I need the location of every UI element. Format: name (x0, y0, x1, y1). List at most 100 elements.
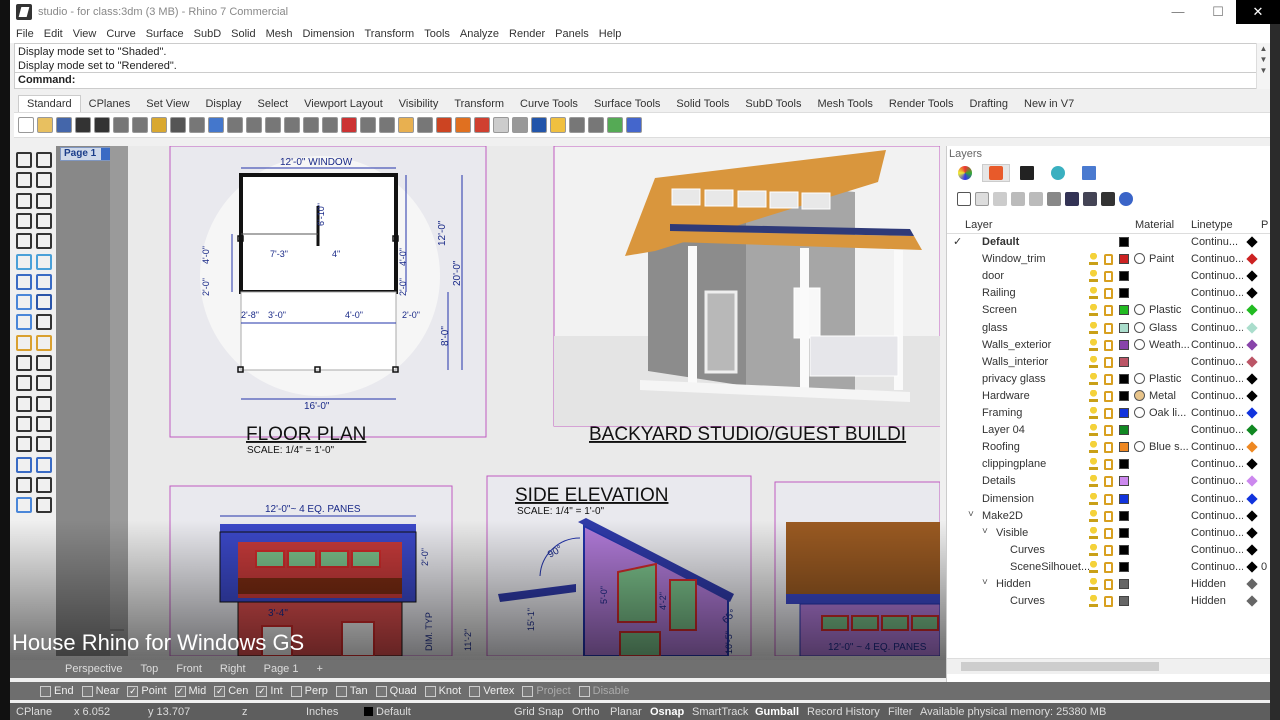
layer-color-swatch[interactable] (1119, 561, 1129, 572)
move-up-icon[interactable] (1011, 192, 1025, 206)
palette-tool-icon[interactable] (16, 395, 32, 412)
visibility-bulb-icon[interactable] (1089, 475, 1098, 488)
layer-linetype[interactable]: Continuo... (1191, 441, 1243, 453)
palette-tool-icon[interactable] (36, 415, 52, 432)
toolbar-tab-solid-tools[interactable]: Solid Tools (668, 96, 737, 112)
visibility-bulb-icon[interactable] (1089, 424, 1098, 437)
osnap-cen[interactable]: ✓ Cen (214, 685, 248, 697)
viewport-tab-add[interactable]: + (316, 663, 322, 675)
palette-tool-icon[interactable] (36, 497, 52, 514)
layer-color-swatch[interactable] (1119, 288, 1129, 299)
tools-icon[interactable] (1101, 192, 1115, 206)
command-history-scrollbar[interactable]: ▲ ▼ ▼ (1256, 43, 1270, 89)
car-icon[interactable] (341, 117, 357, 133)
page-title-tab[interactable]: Page 1 (60, 147, 112, 161)
palette-tool-icon[interactable] (16, 436, 32, 453)
four-views-icon[interactable] (322, 117, 338, 133)
toolbar-tab-transform[interactable]: Transform (446, 96, 512, 112)
filter-icon[interactable] (1065, 192, 1079, 206)
menu-surface[interactable]: Surface (146, 28, 184, 40)
layer-color-swatch[interactable] (1119, 322, 1129, 333)
layer-color-swatch[interactable] (1119, 596, 1129, 607)
layer-material[interactable]: Plastic (1134, 372, 1194, 385)
expand-toggle-icon[interactable]: ˅ (968, 509, 974, 520)
print-color-swatch[interactable] (1246, 373, 1258, 385)
palette-tool-icon[interactable] (16, 334, 32, 351)
status-smarttrack[interactable]: SmartTrack (692, 706, 748, 718)
layer-linetype[interactable]: Continuo... (1191, 322, 1243, 334)
menu-panels[interactable]: Panels (555, 28, 589, 40)
visibility-bulb-icon[interactable] (1089, 509, 1098, 522)
palette-tool-icon[interactable] (36, 192, 52, 209)
layer-linetype[interactable]: Continuo... (1191, 390, 1243, 402)
print-color-swatch[interactable] (1246, 475, 1258, 488)
display-sphere-icon[interactable] (531, 117, 547, 133)
osnap-checkbox[interactable] (81, 685, 93, 697)
toolbar-tab-curve-tools[interactable]: Curve Tools (512, 96, 586, 112)
visibility-bulb-icon[interactable] (1089, 355, 1098, 368)
layer-row[interactable]: ✓ Default Continu... (947, 234, 1270, 251)
layer-states-icon[interactable] (1083, 192, 1097, 206)
osnap-end[interactable]: End (40, 685, 74, 697)
osnap-project[interactable]: Project (522, 685, 571, 697)
status-filter[interactable]: Filter (888, 706, 912, 718)
visibility-bulb-icon[interactable] (1089, 578, 1098, 590)
menu-render[interactable]: Render (509, 28, 545, 40)
toolbar-tab-mesh-tools[interactable]: Mesh Tools (809, 96, 880, 112)
move-out-icon[interactable] (1047, 192, 1061, 206)
print-color-swatch[interactable] (1246, 595, 1258, 607)
move-down-icon[interactable] (1029, 192, 1043, 206)
rotate-view-icon[interactable] (303, 117, 319, 133)
command-line-input[interactable]: Command: (14, 73, 1270, 89)
layer-color-swatch[interactable] (1119, 510, 1129, 521)
print-color-swatch[interactable] (1246, 424, 1258, 436)
layer-color-swatch[interactable] (1119, 254, 1129, 265)
toolbar-tab-select[interactable]: Select (250, 96, 297, 112)
layer-name[interactable]: door (982, 270, 1004, 282)
layer-row[interactable]: Details Continuo... (947, 473, 1270, 490)
lock-icon[interactable] (1104, 288, 1113, 300)
layer-color-swatch[interactable] (1119, 408, 1129, 418)
status-units[interactable]: Inches (306, 706, 338, 718)
layer-name[interactable]: Walls_exterior (982, 339, 1051, 351)
zoom-extents-icon[interactable] (265, 117, 281, 133)
menu-analyze[interactable]: Analyze (460, 28, 499, 40)
palette-tool-icon[interactable] (36, 355, 52, 371)
palette-tool-icon[interactable] (16, 212, 32, 229)
layer-color-swatch[interactable] (1119, 339, 1129, 350)
toolbar-tab-new-in-v7[interactable]: New in V7 (1016, 96, 1082, 112)
menu-solid[interactable]: Solid (231, 28, 255, 40)
visibility-bulb-icon[interactable] (1089, 407, 1098, 419)
toolbar-tab-visibility[interactable]: Visibility (391, 96, 447, 112)
toolbar-tab-viewport-layout[interactable]: Viewport Layout (296, 96, 391, 112)
layer-row[interactable]: door Continuo... (947, 268, 1270, 285)
layer-linetype[interactable]: Continuo... (1191, 407, 1243, 419)
snapshot-icon[interactable] (569, 117, 585, 133)
menu-help[interactable]: Help (599, 28, 622, 40)
palette-tool-icon[interactable] (16, 476, 32, 493)
layer-color-swatch[interactable] (1119, 544, 1129, 555)
print-color-swatch[interactable] (1246, 544, 1258, 556)
layer-linetype[interactable]: Continuo... (1191, 424, 1243, 436)
osnap-checkbox[interactable] (40, 685, 51, 697)
shade-icon[interactable] (360, 117, 376, 133)
toolbar-tab-surface-tools[interactable]: Surface Tools (586, 96, 668, 112)
viewport-tab-page-1[interactable]: Page 1 (264, 663, 299, 675)
close-button[interactable]: ✕ (1236, 0, 1280, 24)
palette-tool-icon[interactable] (36, 294, 52, 311)
col-material[interactable]: Material (1135, 219, 1174, 231)
palette-tool-icon[interactable] (36, 212, 52, 229)
palette-tool-icon[interactable] (36, 334, 52, 351)
layer-color-swatch[interactable] (1119, 476, 1129, 487)
osnap-checkbox[interactable]: ✓ (256, 685, 268, 697)
lock-icon[interactable] (1104, 579, 1113, 590)
print-color-swatch[interactable] (1246, 458, 1258, 470)
layer-row[interactable]: Walls_exterior Weath... Continuo... (947, 337, 1270, 354)
layer-linetype[interactable]: Continuo... (1191, 475, 1243, 487)
osnap-checkbox[interactable] (522, 685, 534, 697)
visibility-bulb-icon[interactable] (1089, 458, 1098, 471)
osnap-checkbox[interactable] (469, 685, 481, 697)
palette-tool-icon[interactable] (36, 233, 52, 250)
toolbar-tab-cplanes[interactable]: CPlanes (81, 96, 139, 112)
print-color-swatch[interactable] (1246, 561, 1258, 573)
